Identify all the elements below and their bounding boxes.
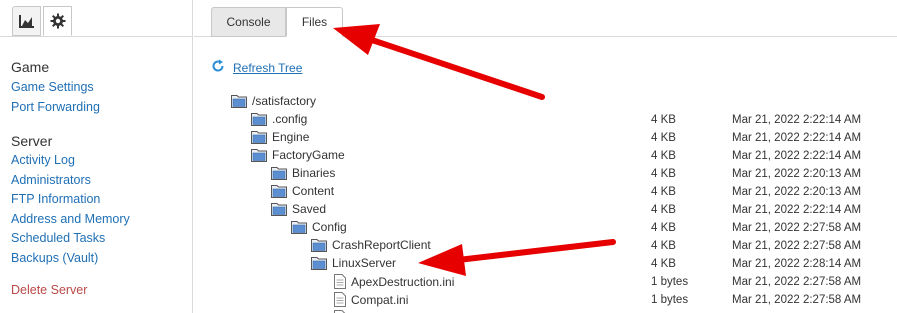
tree-folder[interactable]: Engine — [251, 130, 309, 144]
tree-item-size: 4 KB — [651, 222, 676, 234]
refresh-tree-button[interactable]: Refresh Tree — [211, 59, 302, 76]
tree-item-date: Mar 21, 2022 2:20:13 AM — [732, 186, 862, 198]
tab-console[interactable]: Console — [211, 7, 286, 37]
tree-item-name: ApexDestruction.ini — [351, 274, 455, 289]
folder-icon — [271, 202, 287, 216]
folder-icon — [231, 94, 247, 108]
tree-item-size: 4 KB — [651, 186, 676, 198]
tree-item-date: Mar 21, 2022 2:22:14 AM — [732, 204, 862, 216]
tree-item-name: CrashReportClient — [332, 238, 431, 252]
tree-folder[interactable]: LinuxServer — [311, 256, 396, 270]
refresh-icon — [211, 59, 225, 76]
tree-item-date: Mar 21, 2022 2:28:14 AM — [732, 258, 862, 270]
tree-item-date: Mar 21, 2022 2:22:14 AM — [732, 114, 862, 126]
folder-icon — [311, 238, 327, 252]
tree-item-name: FactoryGame — [272, 148, 345, 162]
file-icon — [334, 292, 346, 307]
tree-item-size: 4 KB — [651, 114, 676, 126]
tree-item-size: 1 bytes — [651, 294, 689, 306]
folder-icon — [251, 112, 267, 126]
tree-folder[interactable]: Config — [291, 220, 347, 234]
section-title-game: Game — [11, 59, 50, 75]
tree-row: Engine 4 KB Mar 21, 2022 2:22:14 AM — [0, 130, 897, 148]
tree-file[interactable]: Compat.ini — [334, 292, 408, 307]
tree-item-name: Compat.ini — [351, 292, 409, 307]
tree-item-size: 4 KB — [651, 168, 676, 180]
nav-game-settings[interactable]: Game Settings — [11, 80, 94, 94]
tree-folder[interactable]: Binaries — [271, 166, 335, 180]
tree-folder[interactable]: FactoryGame — [251, 148, 345, 162]
tab-files[interactable]: Files — [286, 7, 343, 37]
tree-folder[interactable]: /satisfactory — [231, 94, 316, 108]
folder-icon — [251, 148, 267, 162]
tree-row: Content 4 KB Mar 21, 2022 2:20:13 AM — [0, 184, 897, 202]
tree-item-name: .config — [272, 112, 308, 126]
folder-icon — [271, 184, 287, 198]
tree-row: Saved 4 KB Mar 21, 2022 2:22:14 AM — [0, 202, 897, 220]
tree-folder[interactable]: .config — [251, 112, 307, 126]
folder-icon — [271, 166, 287, 180]
gear-icon[interactable] — [43, 6, 72, 36]
tree-item-size: 1 bytes — [651, 276, 689, 288]
tree-item-size: 4 KB — [651, 150, 676, 162]
tree-folder[interactable]: CrashReportClient — [311, 238, 431, 252]
tree-row: .config 4 KB Mar 21, 2022 2:22:14 AM — [0, 112, 897, 130]
tree-folder[interactable]: Saved — [271, 202, 326, 216]
tree-item-date: Mar 21, 2022 2:27:58 AM — [732, 222, 862, 234]
tree-file[interactable]: ApexDestruction.ini — [334, 274, 454, 289]
tree-row: Binaries 4 KB Mar 21, 2022 2:20:13 AM — [0, 166, 897, 184]
tree-item-name: Engine — [272, 130, 310, 144]
tree-item-size: 4 KB — [651, 258, 676, 270]
tree-item-name: Content — [292, 184, 335, 198]
tree-row: /satisfactory — [0, 94, 897, 112]
tree-item-date: Mar 21, 2022 2:22:14 AM — [732, 132, 862, 144]
tree-item-size: 4 KB — [651, 240, 676, 252]
folder-icon — [311, 256, 327, 270]
tree-item-name: LinuxServer — [332, 256, 397, 270]
folder-icon — [291, 220, 307, 234]
refresh-tree-label: Refresh Tree — [233, 60, 303, 75]
tree-row: CrashReportClient 4 KB Mar 21, 2022 2:27:5… — [0, 238, 897, 256]
tree-item-date: Mar 21, 2022 2:27:58 AM — [732, 240, 862, 252]
tree-item-name: Saved — [292, 202, 327, 216]
tree-folder[interactable]: Content — [271, 184, 334, 198]
tree-item-size: 4 KB — [651, 204, 676, 216]
tree-row: Compat.ini 1 bytes Mar 21, 2022 2:27:58 AM — [0, 292, 897, 310]
chart-icon[interactable] — [12, 6, 41, 36]
tab-bar: Console Files — [194, 0, 897, 37]
tree-row: FactoryGame 4 KB Mar 21, 2022 2:22:14 AM — [0, 148, 897, 166]
tree-item-name: Config — [312, 220, 347, 234]
tree-item-name: Binaries — [292, 166, 336, 180]
sidebar-icon-bar — [0, 0, 193, 37]
folder-icon — [251, 130, 267, 144]
tree-row: LinuxServer 4 KB Mar 21, 2022 2:28:14 AM — [0, 256, 897, 274]
tree-row: ApexDestruction.ini 1 bytes Mar 21, 2022 2… — [0, 274, 897, 292]
tree-row: Config 4 KB Mar 21, 2022 2:27:58 AM — [0, 220, 897, 238]
tree-item-size: 4 KB — [651, 132, 676, 144]
tree-item-date: Mar 21, 2022 2:27:58 AM — [732, 294, 862, 306]
tree-item-date: Mar 21, 2022 2:27:58 AM — [732, 276, 862, 288]
file-icon — [334, 274, 346, 289]
tree-item-date: Mar 21, 2022 2:20:13 AM — [732, 168, 862, 180]
tree-item-name: /satisfactory — [252, 94, 317, 108]
tree-item-date: Mar 21, 2022 2:22:14 AM — [732, 150, 862, 162]
